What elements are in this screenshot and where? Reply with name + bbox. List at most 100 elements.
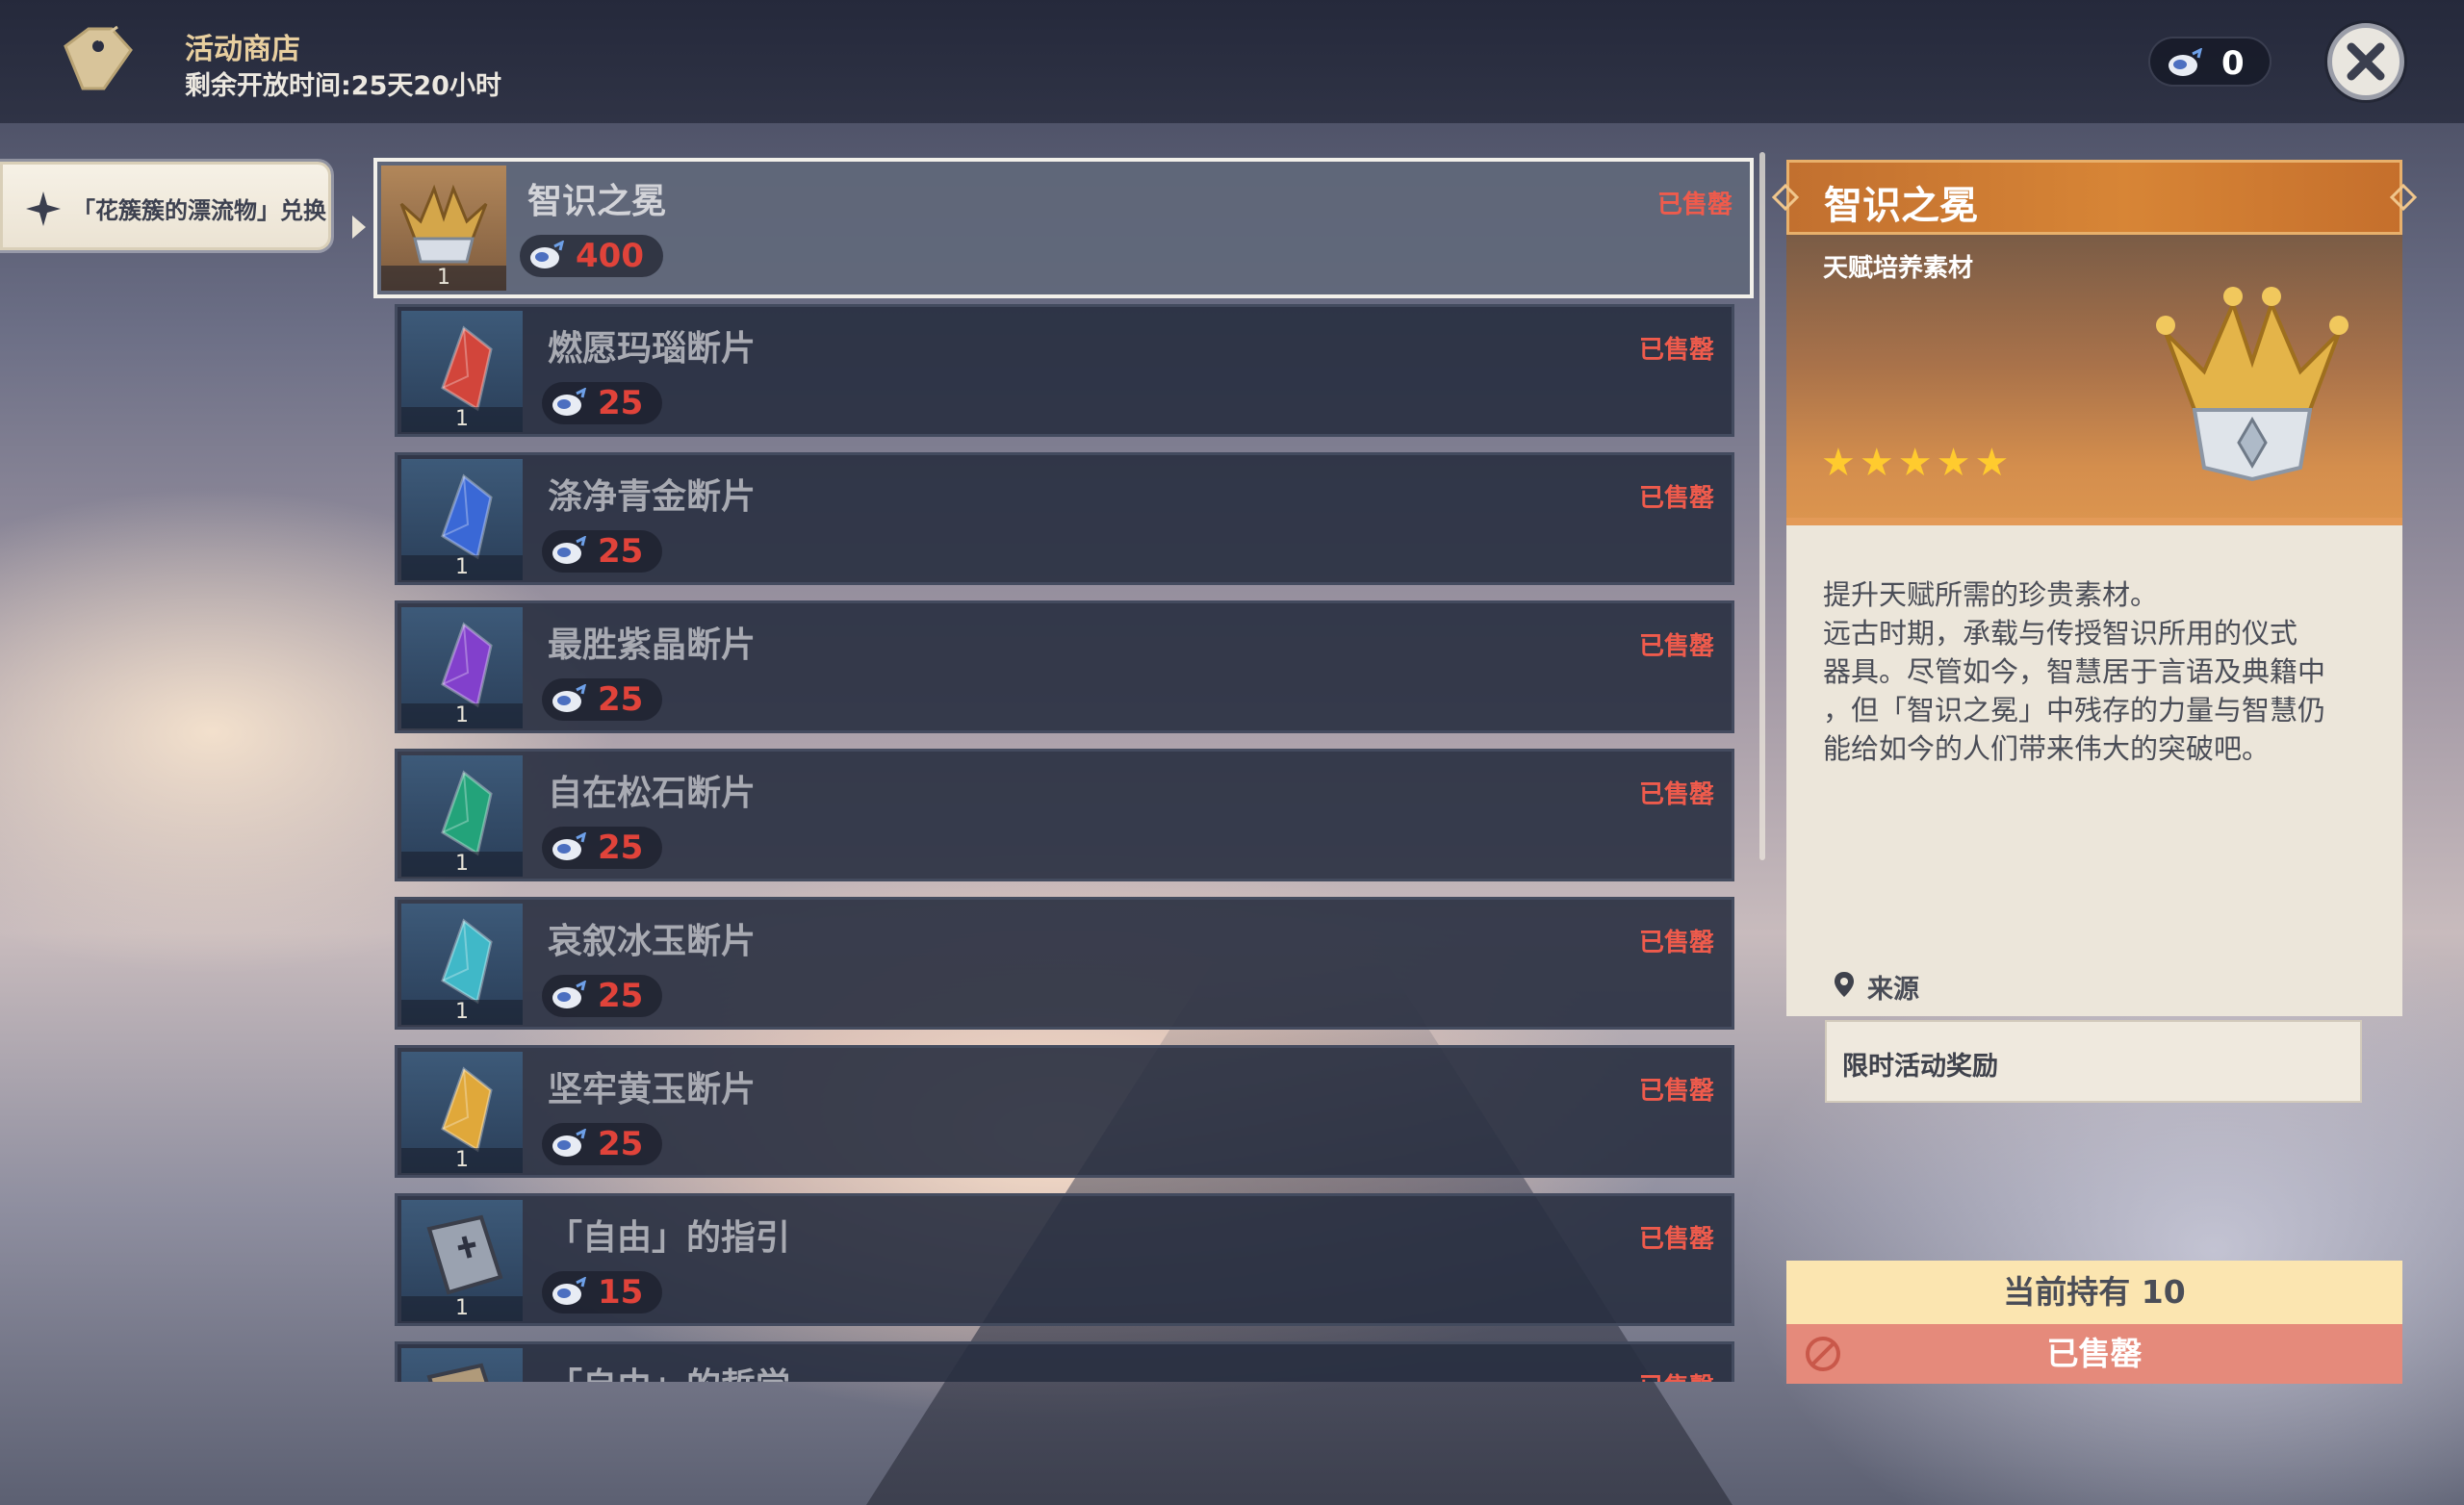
item-thumbnail: 1	[381, 166, 506, 291]
sold-out-badge: 已售罄	[1638, 780, 1714, 809]
price-tag: 25	[542, 1123, 663, 1165]
sold-out-badge: 已售罄	[1656, 191, 1732, 219]
shop-item-row[interactable]: 1 「自由」的指引 已售罄 15	[395, 1193, 1734, 1326]
drift-flotsam-icon	[552, 536, 587, 564]
shop-item-list[interactable]: 1 智识之冕 已售罄 400 1 燃愿玛瑙断片 已售罄 25 1 涤净青金断片 已售罄 25 1 最胜紫晶…	[372, 154, 1758, 1382]
price-tag: 25	[542, 827, 663, 869]
detail-hero: 天赋培养素材 ★★★★★	[1786, 235, 2402, 525]
price-value: 15	[598, 1273, 644, 1312]
shop-item-row[interactable]: 1 坚牢黄玉断片 已售罄 25	[395, 1045, 1734, 1178]
item-thumbnail: 1	[401, 311, 523, 432]
shop-item-row[interactable]: 1 自在松石断片 已售罄 25	[395, 749, 1734, 881]
item-quantity: 1	[381, 266, 506, 291]
description-line: 提升天赋所需的珍贵素材。	[1823, 578, 2159, 611]
sparkle-icon	[26, 191, 61, 226]
header-right-ornament-icon	[2389, 183, 2418, 212]
tab-pointer-arrow	[352, 216, 366, 239]
sold-out-label: 已售罄	[2046, 1335, 2143, 1372]
close-button[interactable]	[2327, 23, 2404, 100]
price-tag: 25	[542, 678, 663, 721]
item-quantity: 1	[401, 1000, 523, 1025]
shop-item-row[interactable]: 1 哀叙冰玉断片 已售罄 25	[395, 897, 1734, 1030]
detail-title: 智识之冕	[1824, 184, 1978, 228]
detail-body: 提升天赋所需的珍贵素材。 远古时期，承载与传授智识所用的仪式 器具。尽管如今，智…	[1786, 525, 2402, 1103]
item-thumbnail: 1	[401, 1052, 523, 1173]
price-value: 25	[598, 829, 644, 867]
price-tag: 25	[542, 530, 663, 573]
shop-item-row[interactable]: 1 燃愿玛瑙断片 已售罄 25	[395, 304, 1734, 437]
drift-flotsam-icon	[552, 981, 587, 1008]
sold-out-badge: 已售罄	[1638, 929, 1714, 957]
rarity-stars: ★★★★★	[1821, 441, 2014, 485]
header-left-ornament-icon	[1771, 183, 1800, 212]
drift-flotsam-icon	[552, 832, 587, 860]
description-line: 器具。尽管如今，智慧居于言语及典籍中	[1823, 655, 2326, 688]
source-label: 来源	[1867, 975, 1919, 1005]
price-value: 25	[598, 680, 644, 719]
tab-flotsam-exchange[interactable]: 「花簇簇的漂流物」兑换	[0, 162, 331, 250]
price-tag: 15	[542, 1271, 663, 1314]
price-tag: 400	[520, 235, 663, 277]
gem-fragment-icon	[441, 1066, 493, 1153]
item-name: 智识之冕	[527, 182, 667, 221]
book-icon	[426, 1363, 489, 1382]
drift-flotsam-icon	[552, 388, 587, 416]
drift-flotsam-icon	[552, 684, 587, 712]
sold-out-badge: 已售罄	[1638, 484, 1714, 513]
item-thumbnail: 1	[401, 904, 523, 1025]
holding-count: 当前持有 10	[2003, 1273, 2186, 1311]
description-line: ，但「智识之冕」中残存的力量与智慧仍	[1823, 694, 2326, 727]
price-value: 25	[598, 384, 644, 422]
hero-underline	[1786, 518, 2402, 525]
sold-out-badge: 已售罄	[1638, 1077, 1714, 1106]
shop-item-row[interactable]: 1 智识之冕 已售罄 400	[373, 158, 1754, 298]
item-thumbnail: 1	[401, 1200, 523, 1321]
drift-flotsam-icon	[552, 1129, 587, 1157]
item-quantity: 1	[401, 852, 523, 877]
gem-fragment-icon	[441, 325, 493, 412]
price-value: 25	[598, 977, 644, 1015]
holding-count-bar: 当前持有 10	[1786, 1261, 2402, 1324]
item-name: 燃愿玛瑙断片	[548, 329, 757, 369]
sold-out-button[interactable]: 已售罄	[1786, 1324, 2402, 1384]
drift-flotsam-icon	[2169, 48, 2203, 76]
sold-out-badge: 已售罄	[1638, 632, 1714, 661]
sold-out-badge: 已售罄	[1638, 336, 1714, 365]
shop-item-row[interactable]: 1 涤净青金断片 已售罄 25	[395, 452, 1734, 585]
item-quantity: 1	[401, 1296, 523, 1321]
sold-out-badge: 已售罄	[1638, 1225, 1714, 1254]
item-thumbnail	[401, 1348, 523, 1382]
tab-label: 「花簇簇的漂流物」兑换	[72, 197, 326, 224]
item-name: 自在松石断片	[548, 774, 757, 813]
gem-fragment-icon	[441, 622, 493, 708]
prohibited-icon	[1806, 1337, 1840, 1371]
shop-title: 活动商店	[185, 33, 300, 66]
drift-flotsam-icon	[552, 1277, 587, 1305]
detail-header: 智识之冕	[1771, 160, 2418, 235]
price-tag: 25	[542, 382, 663, 424]
price-tag: 25	[542, 975, 663, 1017]
currency-count: 0	[2221, 44, 2245, 83]
description-line: 远古时期，承载与传授智识所用的仪式	[1823, 617, 2298, 650]
detail-item-type: 天赋培养素材	[1823, 254, 1974, 283]
source-heading: 来源	[1833, 968, 2025, 1007]
close-icon	[2347, 42, 2385, 81]
item-name: 「自由」的指引	[548, 1218, 791, 1258]
description-line: 能给如今的人们带来伟大的突破吧。	[1823, 732, 2271, 765]
source-box: 限时活动奖励	[1825, 1020, 2362, 1103]
item-name: 最胜紫晶断片	[548, 625, 757, 665]
location-pin-icon	[1835, 972, 1854, 997]
shop-tag-icon	[64, 25, 133, 90]
shop-item-row[interactable]: 「自由」的哲学 已售罄	[395, 1341, 1734, 1382]
gem-fragment-icon	[441, 770, 493, 856]
item-thumbnail: 1	[401, 459, 523, 580]
gem-fragment-icon	[441, 473, 493, 560]
book-icon	[426, 1214, 503, 1295]
item-quantity: 1	[401, 407, 523, 432]
top-bar: 活动商店 剩余开放时间:25天20小时 0	[0, 0, 2464, 123]
price-value: 25	[598, 1125, 644, 1163]
item-thumbnail: 1	[401, 755, 523, 877]
list-scrollbar[interactable]	[1759, 152, 1765, 860]
crown-icon	[2156, 287, 2348, 482]
shop-item-row[interactable]: 1 最胜紫晶断片 已售罄 25	[395, 600, 1734, 733]
